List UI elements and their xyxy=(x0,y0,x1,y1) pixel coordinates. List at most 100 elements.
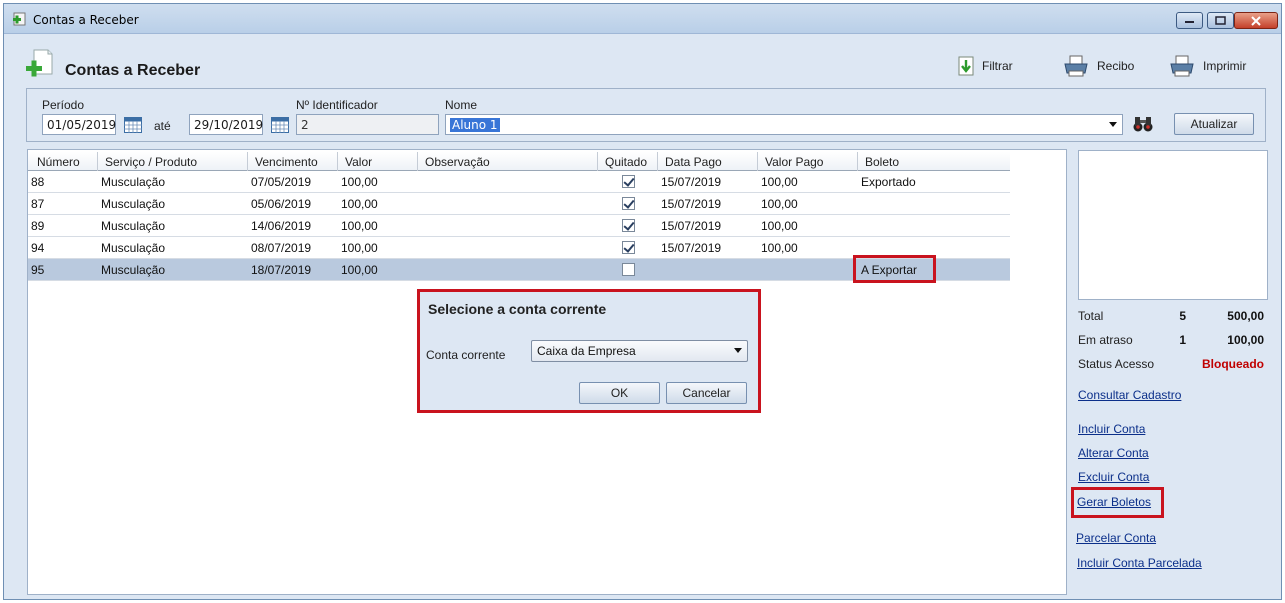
atualizar-button[interactable]: Atualizar xyxy=(1174,113,1254,135)
table-row[interactable]: 89 Musculação 14/06/2019 100,00 15/07/2019 10… xyxy=(28,215,1010,237)
column-header[interactable]: Data Pago xyxy=(665,155,722,169)
cell-vencimento: 07/05/2019 xyxy=(251,175,312,189)
table-row[interactable]: 87 Musculação 05/06/2019 100,00 15/07/2019 10… xyxy=(28,193,1010,215)
cell-data-pago: 15/07/2019 xyxy=(661,219,722,233)
cancelar-button[interactable]: Cancelar xyxy=(666,382,747,404)
filtrar-button[interactable]: Filtrar xyxy=(958,54,1013,78)
data-inicio-field[interactable]: 01/05/2019 xyxy=(42,114,116,135)
quitado-checkbox[interactable] xyxy=(622,241,635,254)
cell-servico: Musculação xyxy=(101,241,166,255)
filter-panel: Período 01/05/2019 até 29/10/2019 Nº Ide… xyxy=(26,88,1266,142)
conta-corrente-value: Caixa da Empresa xyxy=(537,344,636,358)
column-header[interactable]: Observação xyxy=(425,155,490,169)
column-header[interactable]: Quitado xyxy=(605,155,647,169)
column-header[interactable]: Valor xyxy=(345,155,372,169)
quitado-checkbox[interactable] xyxy=(622,263,635,276)
nome-combobox[interactable]: Aluno 1 xyxy=(445,114,1123,135)
recibo-label: Recibo xyxy=(1097,59,1135,73)
cell-valor-pago: 100,00 xyxy=(761,219,798,233)
atraso-label: Em atraso xyxy=(1078,333,1133,347)
imprimir-button[interactable]: Imprimir xyxy=(1169,54,1246,78)
calendar-icon[interactable] xyxy=(271,117,289,133)
cell-data-pago: 15/07/2019 xyxy=(661,175,722,189)
filtrar-label: Filtrar xyxy=(982,59,1013,73)
total-label: Total xyxy=(1078,309,1104,323)
cell-numero: 87 xyxy=(31,197,45,211)
total-value: 500,00 xyxy=(1227,309,1264,323)
identificador-label: Nº Identificador xyxy=(296,98,378,112)
cell-numero: 88 xyxy=(31,175,45,189)
alterar-conta-link[interactable]: Alterar Conta xyxy=(1078,446,1149,460)
status-acesso-label: Status Acesso xyxy=(1078,357,1155,371)
cell-vencimento: 08/07/2019 xyxy=(251,241,312,255)
dropdown-arrow-icon xyxy=(1109,122,1117,127)
cell-vencimento: 14/06/2019 xyxy=(251,219,312,233)
atraso-value: 100,00 xyxy=(1227,333,1264,347)
form-client-area: Contas a Receber Filtrar Recibo Imprimir xyxy=(10,34,1275,596)
total-count: 5 xyxy=(1179,309,1186,323)
maximize-button[interactable] xyxy=(1207,12,1234,29)
cell-data-pago: 15/07/2019 xyxy=(661,241,722,255)
printer-icon xyxy=(1170,55,1194,77)
grid-header: Número Serviço / Produto Vencimento Valo… xyxy=(28,152,1010,171)
cell-valor: 100,00 xyxy=(341,175,378,189)
atraso-count: 1 xyxy=(1179,333,1186,347)
status-acesso-value: Bloqueado xyxy=(1202,357,1264,371)
column-header[interactable]: Boleto xyxy=(865,155,899,169)
cell-servico: Musculação xyxy=(101,175,166,189)
quitado-checkbox[interactable] xyxy=(622,197,635,210)
column-header[interactable]: Número xyxy=(37,155,80,169)
identificador-field[interactable]: 2 xyxy=(296,114,439,135)
dialog-title: Selecione a conta corrente xyxy=(428,301,607,317)
conta-corrente-label: Conta corrente xyxy=(426,348,506,362)
conta-corrente-dialog: Selecione a conta corrente Conta corrent… xyxy=(417,289,761,413)
minimize-button[interactable] xyxy=(1176,12,1203,29)
cell-boleto: Exportado xyxy=(861,175,916,189)
ok-button[interactable]: OK xyxy=(579,382,660,404)
cell-vencimento: 05/06/2019 xyxy=(251,197,312,211)
page-title: Contas a Receber xyxy=(65,62,201,79)
cell-valor-pago: 100,00 xyxy=(761,197,798,211)
consultar-cadastro-link[interactable]: Consultar Cadastro xyxy=(1078,388,1181,402)
recibo-button[interactable]: Recibo xyxy=(1063,54,1134,78)
add-document-icon xyxy=(26,49,53,77)
app-icon xyxy=(13,12,26,26)
minimize-icon xyxy=(1184,20,1194,23)
cell-numero: 89 xyxy=(31,219,45,233)
printer-icon xyxy=(1064,55,1088,77)
cell-numero: 95 xyxy=(31,263,45,277)
close-button[interactable] xyxy=(1234,12,1278,29)
binoculars-icon[interactable] xyxy=(1133,115,1153,133)
conta-corrente-select[interactable]: Caixa da Empresa xyxy=(531,340,748,362)
ate-label: até xyxy=(154,119,171,133)
cell-numero: 94 xyxy=(31,241,45,255)
incluir-conta-link[interactable]: Incluir Conta xyxy=(1078,422,1145,436)
quitado-checkbox[interactable] xyxy=(622,219,635,232)
nome-selected-text: Aluno 1 xyxy=(450,118,500,132)
excluir-conta-link[interactable]: Excluir Conta xyxy=(1078,470,1149,484)
column-header[interactable]: Vencimento xyxy=(255,155,318,169)
nome-label: Nome xyxy=(445,98,478,112)
cell-valor-pago: 100,00 xyxy=(761,175,798,189)
gerar-boletos-link[interactable]: Gerar Boletos xyxy=(1077,495,1151,509)
periodo-label: Período xyxy=(42,98,85,112)
parcelar-conta-link[interactable]: Parcelar Conta xyxy=(1076,531,1156,545)
preview-box xyxy=(1078,150,1268,300)
cell-valor: 100,00 xyxy=(341,197,378,211)
cell-servico: Musculação xyxy=(101,219,166,233)
column-header[interactable]: Valor Pago xyxy=(765,155,823,169)
table-row[interactable]: 88 Musculação 07/05/2019 100,00 15/07/2019 10… xyxy=(28,171,1010,193)
column-header[interactable]: Serviço / Produto xyxy=(105,155,197,169)
boleto-highlight xyxy=(853,255,936,283)
cell-vencimento: 18/07/2019 xyxy=(251,263,312,277)
incluir-conta-parcelada-link[interactable]: Incluir Conta Parcelada xyxy=(1077,556,1202,570)
cell-valor: 100,00 xyxy=(341,263,378,277)
quitado-checkbox[interactable] xyxy=(622,175,635,188)
data-fim-field[interactable]: 29/10/2019 xyxy=(189,114,263,135)
window-title: Contas a Receber xyxy=(33,13,139,27)
imprimir-label: Imprimir xyxy=(1203,59,1247,73)
cell-servico: Musculação xyxy=(101,197,166,211)
cell-valor: 100,00 xyxy=(341,219,378,233)
cell-valor-pago: 100,00 xyxy=(761,241,798,255)
calendar-icon[interactable] xyxy=(124,117,142,133)
